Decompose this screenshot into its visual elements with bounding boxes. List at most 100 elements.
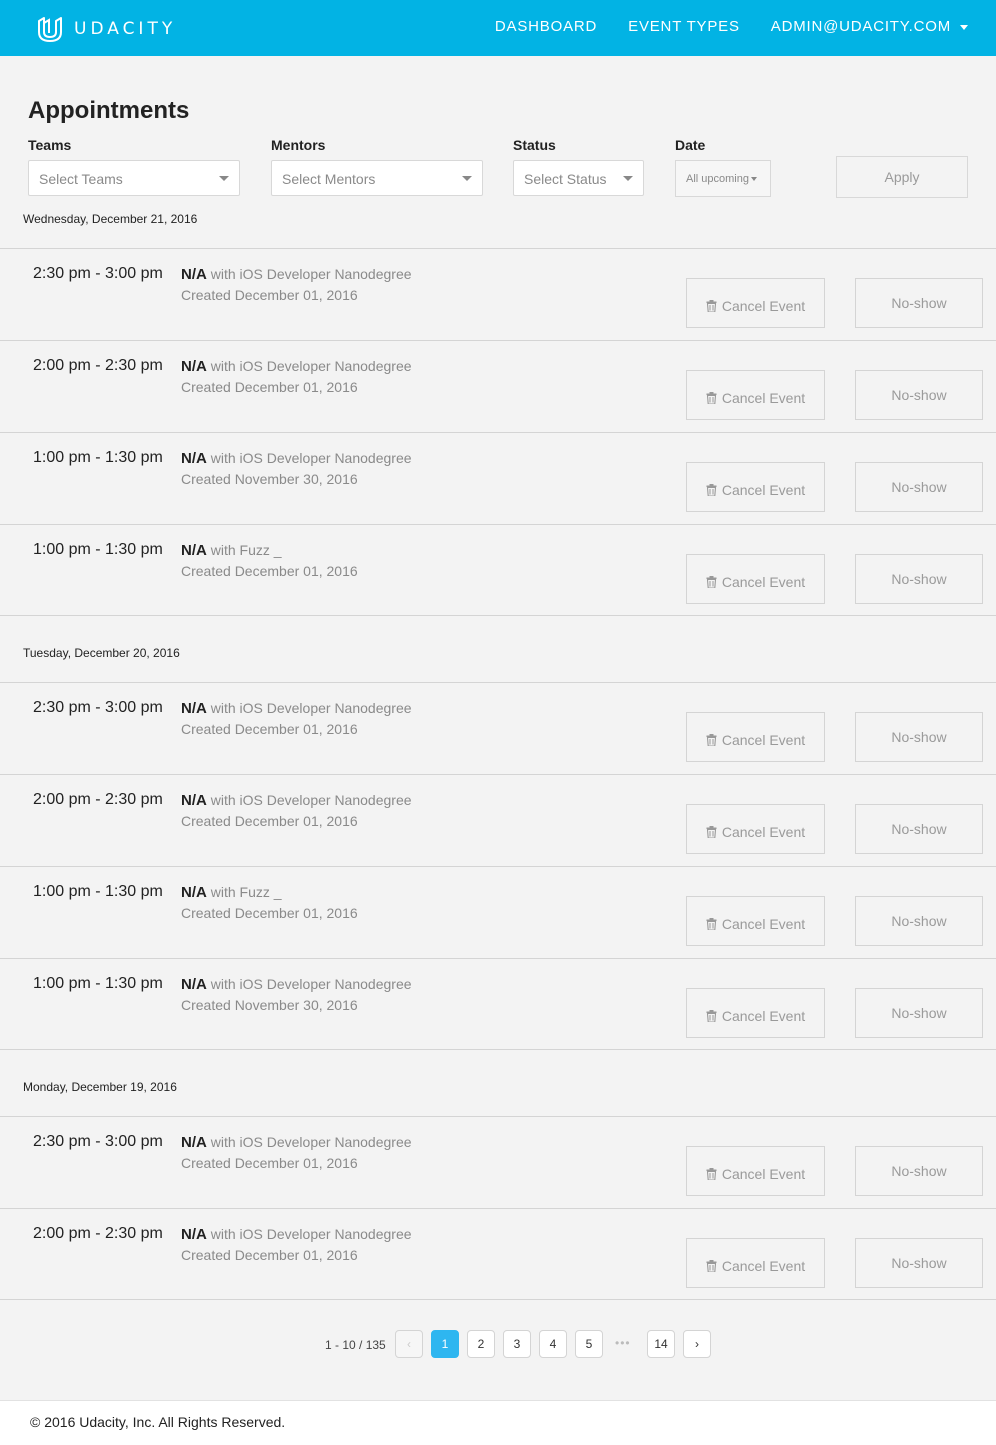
nav-dashboard[interactable]: DASHBOARD (495, 18, 597, 35)
page-button-4[interactable]: 4 (539, 1330, 567, 1358)
appointment-title: N/A with Fuzz _ (181, 884, 282, 901)
appointment-time: 1:00 pm - 1:30 pm (33, 541, 163, 558)
student-name: N/A (181, 1134, 207, 1151)
prev-page-button[interactable]: ‹ (395, 1330, 423, 1358)
appointment-with: with iOS Developer Nanodegree (210, 792, 412, 808)
nav-event-types[interactable]: EVENT TYPES (628, 18, 740, 35)
no-show-button[interactable]: No-show (855, 804, 983, 854)
cancel-event-button[interactable]: Cancel Event (686, 988, 825, 1038)
date-group-heading: Monday, December 19, 2016 (23, 1080, 177, 1094)
cancel-event-button[interactable]: Cancel Event (686, 370, 825, 420)
appointment-row: 2:30 pm - 3:00 pm N/A with iOS Developer … (0, 248, 996, 340)
cancel-event-button[interactable]: Cancel Event (686, 278, 825, 328)
cancel-event-label: Cancel Event (721, 482, 806, 498)
appointment-title: N/A with iOS Developer Nanodegree (181, 1134, 412, 1151)
page-button-2[interactable]: 2 (467, 1330, 495, 1358)
udacity-logo-icon (38, 17, 62, 42)
cancel-event-button[interactable]: Cancel Event (686, 1146, 825, 1196)
appointment-with: with iOS Developer Nanodegree (210, 1134, 412, 1150)
udacity-logo[interactable]: UDACITY (36, 16, 176, 42)
cancel-event-button[interactable]: Cancel Event (686, 1238, 825, 1288)
trash-icon (706, 300, 717, 312)
trash-icon (706, 576, 717, 588)
chevron-down-icon (623, 176, 633, 181)
appointment-with: with Fuzz _ (210, 884, 282, 900)
cancel-event-button[interactable]: Cancel Event (686, 804, 825, 854)
appointment-with: with iOS Developer Nanodegree (210, 358, 412, 374)
student-name: N/A (181, 358, 207, 375)
no-show-button[interactable]: No-show (855, 554, 983, 604)
mentors-select[interactable]: Select Mentors (271, 160, 483, 196)
teams-select-placeholder: Select Teams (39, 171, 123, 187)
appointment-time: 2:30 pm - 3:00 pm (33, 699, 163, 716)
appointment-row: 2:00 pm - 2:30 pm N/A with iOS Developer … (0, 340, 996, 432)
cancel-event-button[interactable]: Cancel Event (686, 712, 825, 762)
page-button-last[interactable]: 14 (647, 1330, 675, 1358)
appointment-time: 2:30 pm - 3:00 pm (33, 1133, 163, 1150)
appointment-time: 1:00 pm - 1:30 pm (33, 883, 163, 900)
next-page-button[interactable]: › (683, 1330, 711, 1358)
chevron-down-icon (219, 176, 229, 181)
cancel-event-label: Cancel Event (721, 732, 806, 748)
trash-icon (706, 392, 717, 404)
no-show-button[interactable]: No-show (855, 1238, 983, 1288)
appointment-row: 2:30 pm - 3:00 pm N/A with iOS Developer … (0, 682, 996, 774)
no-show-button[interactable]: No-show (855, 462, 983, 512)
date-dropdown[interactable]: All upcoming (675, 160, 771, 197)
created-date: Created December 01, 2016 (181, 905, 358, 921)
trash-icon (706, 1260, 717, 1272)
appointment-row: 2:00 pm - 2:30 pm N/A with iOS Developer … (0, 1208, 996, 1300)
date-label: Date (675, 137, 706, 153)
appointment-time: 2:30 pm - 3:00 pm (33, 265, 163, 282)
apply-button[interactable]: Apply (836, 156, 968, 198)
mentors-label: Mentors (271, 137, 326, 153)
appointment-time: 2:00 pm - 2:30 pm (33, 1225, 163, 1242)
appointment-title: N/A with Fuzz _ (181, 542, 282, 559)
page-title: Appointments (28, 97, 190, 124)
date-dropdown-value: All upcoming (686, 173, 749, 185)
cancel-event-label: Cancel Event (721, 390, 806, 406)
mentors-select-placeholder: Select Mentors (282, 171, 376, 187)
cancel-event-button[interactable]: Cancel Event (686, 896, 825, 946)
page-button-5[interactable]: 5 (575, 1330, 603, 1358)
page-button-3[interactable]: 3 (503, 1330, 531, 1358)
appointment-title: N/A with iOS Developer Nanodegree (181, 792, 412, 809)
created-date: Created December 01, 2016 (181, 1155, 358, 1171)
trash-icon (706, 1010, 717, 1022)
no-show-button[interactable]: No-show (855, 712, 983, 762)
status-select[interactable]: Select Status (513, 160, 644, 196)
trash-icon (706, 484, 717, 496)
account-menu[interactable]: ADMIN@UDACITY.COM (771, 18, 968, 35)
student-name: N/A (181, 1226, 207, 1243)
created-date: Created November 30, 2016 (181, 997, 358, 1013)
page-button-1[interactable]: 1 (431, 1330, 459, 1358)
created-date: Created December 01, 2016 (181, 379, 358, 395)
cancel-event-button[interactable]: Cancel Event (686, 462, 825, 512)
date-group-heading: Tuesday, December 20, 2016 (23, 646, 180, 660)
status-label: Status (513, 137, 556, 153)
appointment-with: with iOS Developer Nanodegree (210, 266, 412, 282)
appointment-row: 1:00 pm - 1:30 pm N/A with iOS Developer … (0, 432, 996, 524)
cancel-event-button[interactable]: Cancel Event (686, 554, 825, 604)
appointment-title: N/A with iOS Developer Nanodegree (181, 700, 412, 717)
appointment-with: with Fuzz _ (210, 542, 282, 558)
no-show-button[interactable]: No-show (855, 370, 983, 420)
student-name: N/A (181, 976, 207, 993)
created-date: Created December 01, 2016 (181, 563, 358, 579)
student-name: N/A (181, 542, 207, 559)
account-email: ADMIN@UDACITY.COM (770, 18, 951, 35)
no-show-button[interactable]: No-show (855, 278, 983, 328)
pagination-ellipsis: ••• (615, 1336, 631, 1350)
trash-icon (706, 918, 717, 930)
brand-name: UDACITY (74, 19, 177, 39)
created-date: Created December 01, 2016 (181, 721, 358, 737)
no-show-button[interactable]: No-show (855, 896, 983, 946)
teams-select[interactable]: Select Teams (28, 160, 240, 196)
chevron-down-icon (462, 176, 472, 181)
status-select-placeholder: Select Status (524, 171, 607, 187)
copyright: © 2016 Udacity, Inc. All Rights Reserved… (30, 1414, 286, 1430)
no-show-button[interactable]: No-show (855, 988, 983, 1038)
no-show-button[interactable]: No-show (855, 1146, 983, 1196)
cancel-event-label: Cancel Event (721, 916, 806, 932)
appointment-time: 1:00 pm - 1:30 pm (33, 449, 163, 466)
